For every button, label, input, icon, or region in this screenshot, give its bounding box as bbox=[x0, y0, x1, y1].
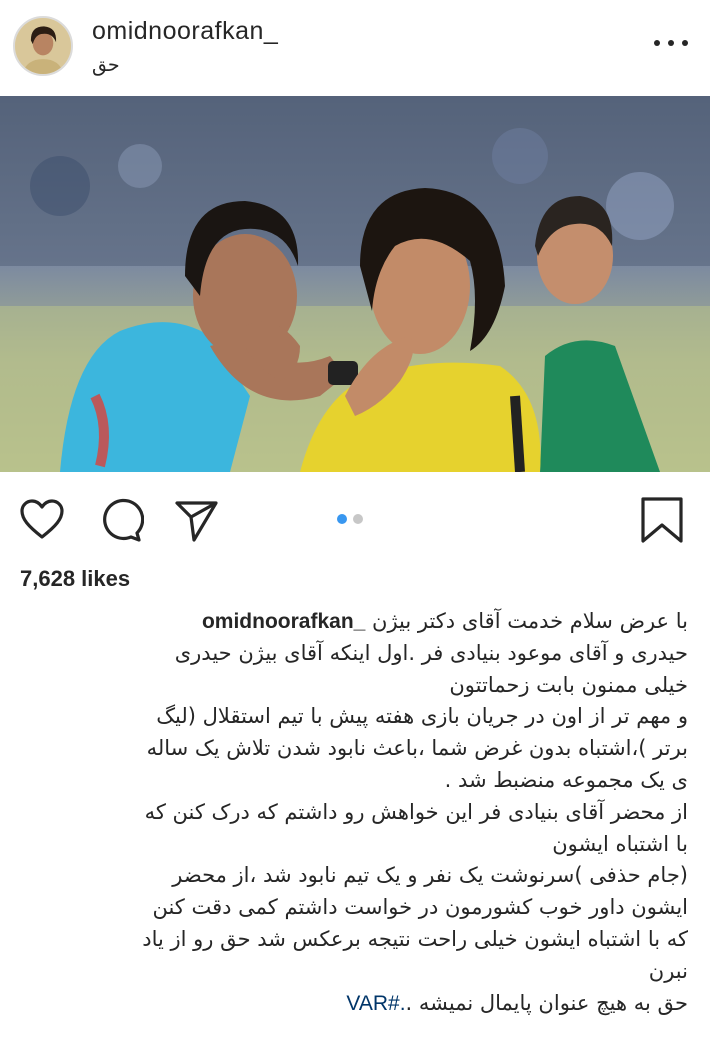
carousel-indicator bbox=[337, 514, 363, 524]
post-photo[interactable] bbox=[0, 96, 710, 472]
paper-plane-icon[interactable] bbox=[172, 496, 220, 544]
carousel-dot bbox=[353, 514, 363, 524]
caption-line: حیدری و آقای موعود بنیادی فر .اول اینکه … bbox=[174, 640, 688, 665]
caption-line: خیلی ممنون بابت زحماتتون bbox=[449, 672, 688, 697]
carousel-dot-active bbox=[337, 514, 347, 524]
post-header: omidnoorafkan_ حق bbox=[0, 0, 710, 96]
caption-line: ایشون داور خوب کشورمون در خواست داشتم کم… bbox=[152, 895, 688, 920]
caption-line: (جام حذفی )سرنوشت یک نفر و یک تیم نابود … bbox=[172, 863, 688, 888]
caption-line: با اشتباه ایشون bbox=[552, 831, 688, 856]
caption-line: نبرن bbox=[648, 958, 688, 983]
more-dot bbox=[682, 40, 688, 46]
more-dot bbox=[654, 40, 660, 46]
caption-line: که با اشتباه ایشون خیلی راحت نتیجه برعکس… bbox=[142, 926, 688, 951]
caption-text: با عرض سلام خدمت آقای دکتر بیژن bbox=[372, 609, 688, 633]
action-bar bbox=[0, 472, 710, 562]
post-location[interactable]: حق bbox=[92, 54, 120, 76]
bookmark-icon[interactable] bbox=[640, 496, 684, 544]
avatar[interactable] bbox=[13, 16, 73, 76]
caption-line: حق به هیچ عنوان پایمال نمیشه .VAR#. bbox=[18, 988, 688, 1020]
caption-line: ی یک مجموعه منضبط شد . bbox=[444, 767, 688, 792]
heart-icon[interactable] bbox=[18, 496, 66, 544]
hashtag-link[interactable]: VAR#. bbox=[346, 992, 405, 1015]
comment-bubble-icon[interactable] bbox=[96, 496, 144, 544]
caption-username[interactable]: omidnoorafkan_ bbox=[202, 610, 365, 633]
likes-count[interactable]: 7,628 likes bbox=[20, 566, 130, 592]
caption-text: حق به هیچ عنوان پایمال نمیشه . bbox=[405, 990, 688, 1015]
more-options-icon[interactable] bbox=[654, 36, 688, 50]
more-dot bbox=[668, 40, 674, 46]
caption-line: و مهم تر از اون در جریان بازی هفته پیش ب… bbox=[156, 704, 688, 729]
caption-line: از محضر آقای بنیادی فر این خواهش رو داشت… bbox=[144, 799, 688, 824]
caption-line: برتر )،اشتباه بدون غرض شما ،باعث نابود ش… bbox=[146, 736, 688, 761]
caption-line: با عرض سلام خدمت آقای دکتر بیژن omidnoor… bbox=[18, 606, 688, 638]
post-caption: با عرض سلام خدمت آقای دکتر بیژن omidnoor… bbox=[18, 606, 688, 1019]
post-username[interactable]: omidnoorafkan_ bbox=[92, 17, 278, 46]
